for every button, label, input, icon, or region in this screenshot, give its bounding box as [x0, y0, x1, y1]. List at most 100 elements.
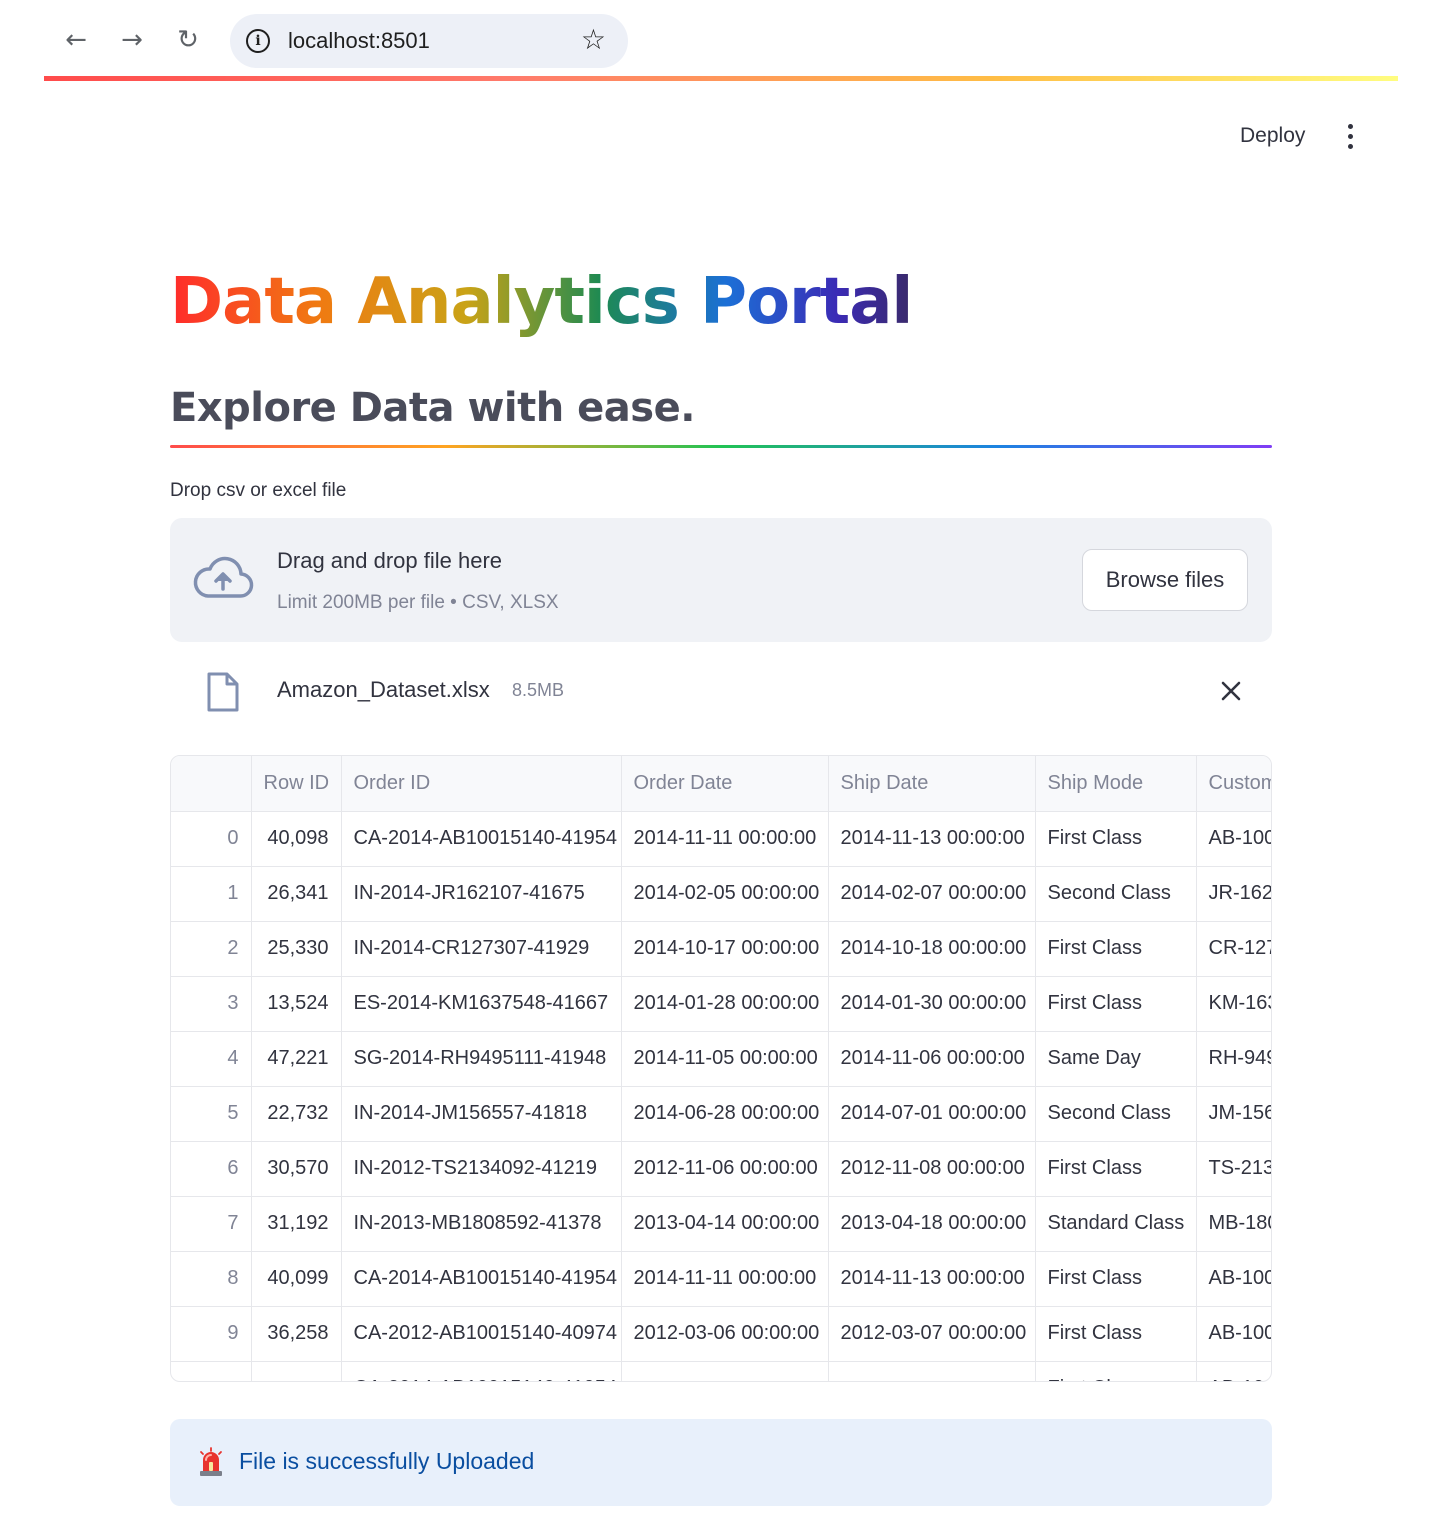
cell-ship-date[interactable]: 2013-04-18 00:00:00 — [828, 1196, 1036, 1252]
cell-ship-mode[interactable]: Second Class — [1035, 866, 1197, 922]
cell-row-id[interactable]: 13,524 — [251, 976, 342, 1032]
dataframe-table[interactable]: Row ID Order ID Order Date Ship Date Shi… — [170, 755, 1272, 1382]
cell-index[interactable]: 2 — [171, 921, 252, 977]
cell-order-date[interactable]: 2012-03-06 00:00:00 — [621, 1306, 829, 1362]
header-decoration-bar — [44, 76, 1398, 81]
forward-arrow-icon[interactable]: → — [114, 22, 150, 58]
cell-order-date[interactable]: 2014-10-17 00:00:00 — [621, 921, 829, 977]
address-bar[interactable]: i localhost:8501 ☆ — [230, 14, 628, 68]
bookmark-star-icon[interactable]: ☆ — [581, 26, 606, 54]
cell-customer[interactable]: AB-100 — [1196, 811, 1271, 867]
cell-ship-mode[interactable]: Standard Class — [1035, 1196, 1197, 1252]
cell-ship-mode[interactable]: Second Class — [1035, 1086, 1197, 1142]
cell-ship-date[interactable]: 2014-01-30 00:00:00 — [828, 976, 1036, 1032]
cell-row-id[interactable]: 40,098 — [251, 811, 342, 867]
cell-index[interactable]: 1 — [171, 866, 252, 922]
cell-order-date[interactable] — [621, 1361, 829, 1381]
cell-order-date[interactable]: 2014-11-11 00:00:00 — [621, 811, 829, 867]
cell-customer[interactable]: TS-213 — [1196, 1141, 1271, 1197]
cell-ship-mode[interactable]: First Class — [1035, 1306, 1197, 1362]
column-header-order-date[interactable]: Order Date — [621, 756, 829, 812]
table-row: 8 40,099 CA-2014-AB10015140-41954 2014-11-1… — [171, 1251, 1271, 1307]
cell-order-date[interactable]: 2014-11-05 00:00:00 — [621, 1031, 829, 1087]
url-text[interactable]: localhost:8501 — [288, 28, 430, 54]
cell-ship-date[interactable]: 2014-07-01 00:00:00 — [828, 1086, 1036, 1142]
cell-customer[interactable]: AB-100 — [1196, 1306, 1271, 1362]
cell-ship-mode[interactable]: First Class — [1035, 1361, 1197, 1381]
column-header-index[interactable] — [171, 756, 252, 812]
cell-order-date[interactable]: 2014-02-05 00:00:00 — [621, 866, 829, 922]
column-header-ship-mode[interactable]: Ship Mode — [1035, 756, 1197, 812]
cell-row-id[interactable]: 47,221 — [251, 1031, 342, 1087]
cell-order-id[interactable]: IN-2014-JR162107-41675 — [341, 866, 622, 922]
cell-customer[interactable]: CR-127 — [1196, 921, 1271, 977]
cell-ship-date[interactable]: 2014-11-06 00:00:00 — [828, 1031, 1036, 1087]
cell-order-id[interactable]: IN-2014-CR127307-41929 — [341, 921, 622, 977]
cell-ship-date[interactable]: 2014-10-18 00:00:00 — [828, 921, 1036, 977]
file-dropzone[interactable]: Drag and drop file here Limit 200MB per … — [170, 518, 1272, 642]
cell-order-date[interactable]: 2012-11-06 00:00:00 — [621, 1141, 829, 1197]
cell-row-id[interactable]: 30,570 — [251, 1141, 342, 1197]
site-info-icon[interactable]: i — [246, 29, 270, 53]
cell-order-date[interactable]: 2014-01-28 00:00:00 — [621, 976, 829, 1032]
cell-customer[interactable]: JM-156 — [1196, 1086, 1271, 1142]
cell-order-id[interactable]: SG-2014-RH9495111-41948 — [341, 1031, 622, 1087]
column-header-ship-date[interactable]: Ship Date — [828, 756, 1036, 812]
cell-row-id[interactable]: 40,099 — [251, 1251, 342, 1307]
cell-customer[interactable]: RH-949 — [1196, 1031, 1271, 1087]
cell-order-id[interactable]: CA-2014-AB10015140-41954 — [341, 811, 622, 867]
cell-customer[interactable]: MB-180 — [1196, 1196, 1271, 1252]
column-header-row-id[interactable]: Row ID — [251, 756, 342, 812]
cell-index[interactable]: 4 — [171, 1031, 252, 1087]
close-icon[interactable] — [1216, 676, 1246, 706]
cell-ship-mode[interactable]: First Class — [1035, 1141, 1197, 1197]
cell-ship-date[interactable]: 2014-02-07 00:00:00 — [828, 866, 1036, 922]
column-header-customer[interactable]: Custom — [1196, 756, 1271, 812]
cell-row-id[interactable]: 26,341 — [251, 866, 342, 922]
cell-ship-date[interactable]: 2014-11-13 00:00:00 — [828, 811, 1036, 867]
cell-row-id[interactable]: 22,732 — [251, 1086, 342, 1142]
cell-customer[interactable]: KM-163 — [1196, 976, 1271, 1032]
reload-icon[interactable]: ↻ — [170, 22, 206, 58]
cell-row-id[interactable] — [251, 1361, 342, 1381]
deploy-button[interactable]: Deploy — [1228, 120, 1317, 152]
column-header-order-id[interactable]: Order ID — [341, 756, 622, 812]
cell-row-id[interactable]: 36,258 — [251, 1306, 342, 1362]
browse-files-button[interactable]: Browse files — [1082, 549, 1248, 611]
cell-order-date[interactable]: 2014-11-11 00:00:00 — [621, 1251, 829, 1307]
cell-row-id[interactable]: 25,330 — [251, 921, 342, 977]
cell-index[interactable]: 7 — [171, 1196, 252, 1252]
back-arrow-icon[interactable]: ← — [58, 22, 94, 58]
cell-index[interactable]: 3 — [171, 976, 252, 1032]
cell-row-id[interactable]: 31,192 — [251, 1196, 342, 1252]
cell-ship-date[interactable]: 2012-03-07 00:00:00 — [828, 1306, 1036, 1362]
table-header-row: Row ID Order ID Order Date Ship Date Shi… — [171, 756, 1271, 812]
cell-order-id[interactable]: ES-2014-KM1637548-41667 — [341, 976, 622, 1032]
cell-ship-mode[interactable]: First Class — [1035, 976, 1197, 1032]
cell-index[interactable]: 6 — [171, 1141, 252, 1197]
cell-index[interactable]: 9 — [171, 1306, 252, 1362]
more-vertical-icon[interactable] — [1338, 120, 1362, 152]
cell-order-id[interactable]: CA-2014-AB10015140-41954 — [341, 1251, 622, 1307]
cell-order-date[interactable]: 2013-04-14 00:00:00 — [621, 1196, 829, 1252]
cell-customer[interactable]: AB-100 — [1196, 1361, 1271, 1381]
cell-order-id[interactable]: IN-2013-MB1808592-41378 — [341, 1196, 622, 1252]
cell-order-id[interactable]: IN-2014-JM156557-41818 — [341, 1086, 622, 1142]
cell-customer[interactable]: AB-100 — [1196, 1251, 1271, 1307]
cell-order-id[interactable]: CA-2014-AB10015140-41954 — [341, 1361, 622, 1381]
cell-ship-mode[interactable]: First Class — [1035, 1251, 1197, 1307]
cell-order-id[interactable]: IN-2012-TS2134092-41219 — [341, 1141, 622, 1197]
cell-index[interactable]: 8 — [171, 1251, 252, 1307]
cell-order-date[interactable]: 2014-06-28 00:00:00 — [621, 1086, 829, 1142]
cell-ship-mode[interactable]: First Class — [1035, 811, 1197, 867]
cell-index[interactable]: 0 — [171, 811, 252, 867]
cell-index[interactable]: 5 — [171, 1086, 252, 1142]
cell-ship-date[interactable]: 2012-11-08 00:00:00 — [828, 1141, 1036, 1197]
cell-ship-date[interactable] — [828, 1361, 1036, 1381]
cell-ship-mode[interactable]: First Class — [1035, 921, 1197, 977]
cell-ship-date[interactable]: 2014-11-13 00:00:00 — [828, 1251, 1036, 1307]
cell-customer[interactable]: JR-162 — [1196, 866, 1271, 922]
cell-ship-mode[interactable]: Same Day — [1035, 1031, 1197, 1087]
cell-order-id[interactable]: CA-2012-AB10015140-40974 — [341, 1306, 622, 1362]
cell-index[interactable] — [171, 1361, 252, 1381]
